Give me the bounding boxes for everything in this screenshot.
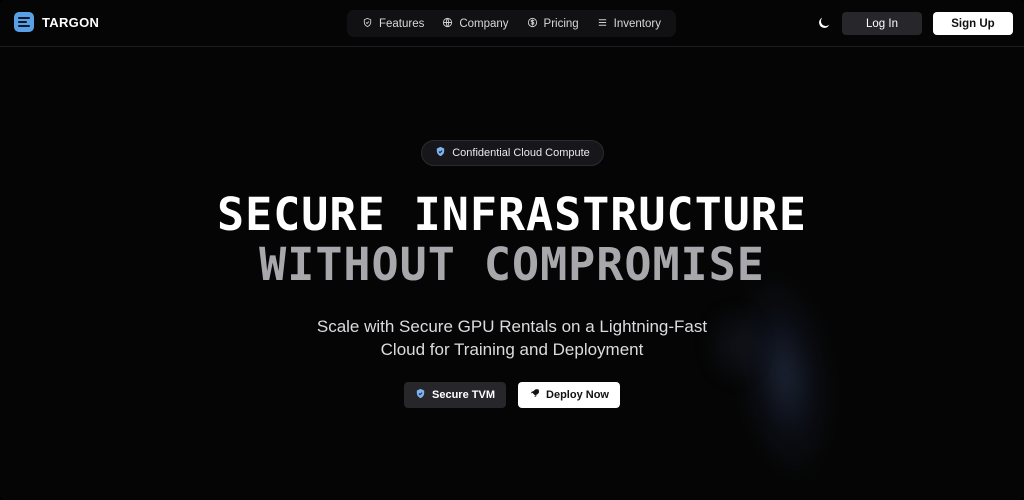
secure-tvm-label: Secure TVM bbox=[432, 389, 495, 401]
landing-page: TARGON Features Company Pricing Inventor… bbox=[0, 0, 1024, 500]
shield-check-icon bbox=[362, 17, 373, 31]
hero-headline: SECURE INFRASTRUCTURE WITHOUT COMPROMISE bbox=[0, 190, 1024, 290]
login-button[interactable]: Log In bbox=[842, 12, 922, 35]
moon-icon bbox=[816, 17, 832, 35]
brand-name: TARGON bbox=[42, 14, 100, 30]
brand-logo[interactable]: TARGON bbox=[14, 12, 99, 32]
deploy-now-button[interactable]: Deploy Now bbox=[518, 382, 620, 408]
navbar: TARGON Features Company Pricing Inventor… bbox=[0, 0, 1024, 47]
globe-icon bbox=[442, 17, 453, 31]
nav-item-label: Company bbox=[459, 17, 509, 30]
hero-subtitle: Scale with Secure GPU Rentals on a Light… bbox=[0, 315, 1024, 361]
hero-subtitle-line1: Scale with Secure GPU Rentals on a Light… bbox=[316, 317, 708, 336]
nav-item-features[interactable]: Features bbox=[362, 17, 424, 31]
hero-cta-group: Secure TVM Deploy Now bbox=[404, 382, 620, 408]
nav-item-company[interactable]: Company bbox=[442, 17, 509, 31]
dollar-circle-icon bbox=[527, 17, 538, 31]
logo-icon bbox=[14, 12, 34, 32]
hero-subtitle-line2: Cloud for Training and Deployment bbox=[380, 340, 644, 359]
hero-headline-line1: SECURE INFRASTRUCTURE bbox=[217, 188, 807, 241]
nav-item-label: Pricing bbox=[543, 17, 579, 30]
hero-badge: Confidential Cloud Compute bbox=[421, 140, 604, 166]
nav-item-label: Inventory bbox=[613, 17, 661, 30]
hero-headline-line2: WITHOUT COMPROMISE bbox=[259, 238, 765, 291]
shield-check-icon bbox=[415, 388, 426, 402]
nav-item-inventory[interactable]: Inventory bbox=[597, 17, 661, 31]
rocket-icon bbox=[529, 388, 540, 402]
hero-badge-label: Confidential Cloud Compute bbox=[452, 147, 590, 159]
nav-item-label: Features bbox=[378, 17, 425, 30]
signup-button[interactable]: Sign Up bbox=[933, 12, 1013, 35]
theme-toggle-button[interactable] bbox=[816, 15, 832, 31]
shield-check-icon bbox=[435, 146, 446, 160]
nav-item-pricing[interactable]: Pricing bbox=[527, 17, 579, 31]
deploy-now-label: Deploy Now bbox=[546, 389, 609, 401]
list-icon bbox=[597, 17, 608, 31]
main-nav: Features Company Pricing Inventory bbox=[347, 10, 676, 37]
secure-tvm-button[interactable]: Secure TVM bbox=[404, 382, 506, 408]
